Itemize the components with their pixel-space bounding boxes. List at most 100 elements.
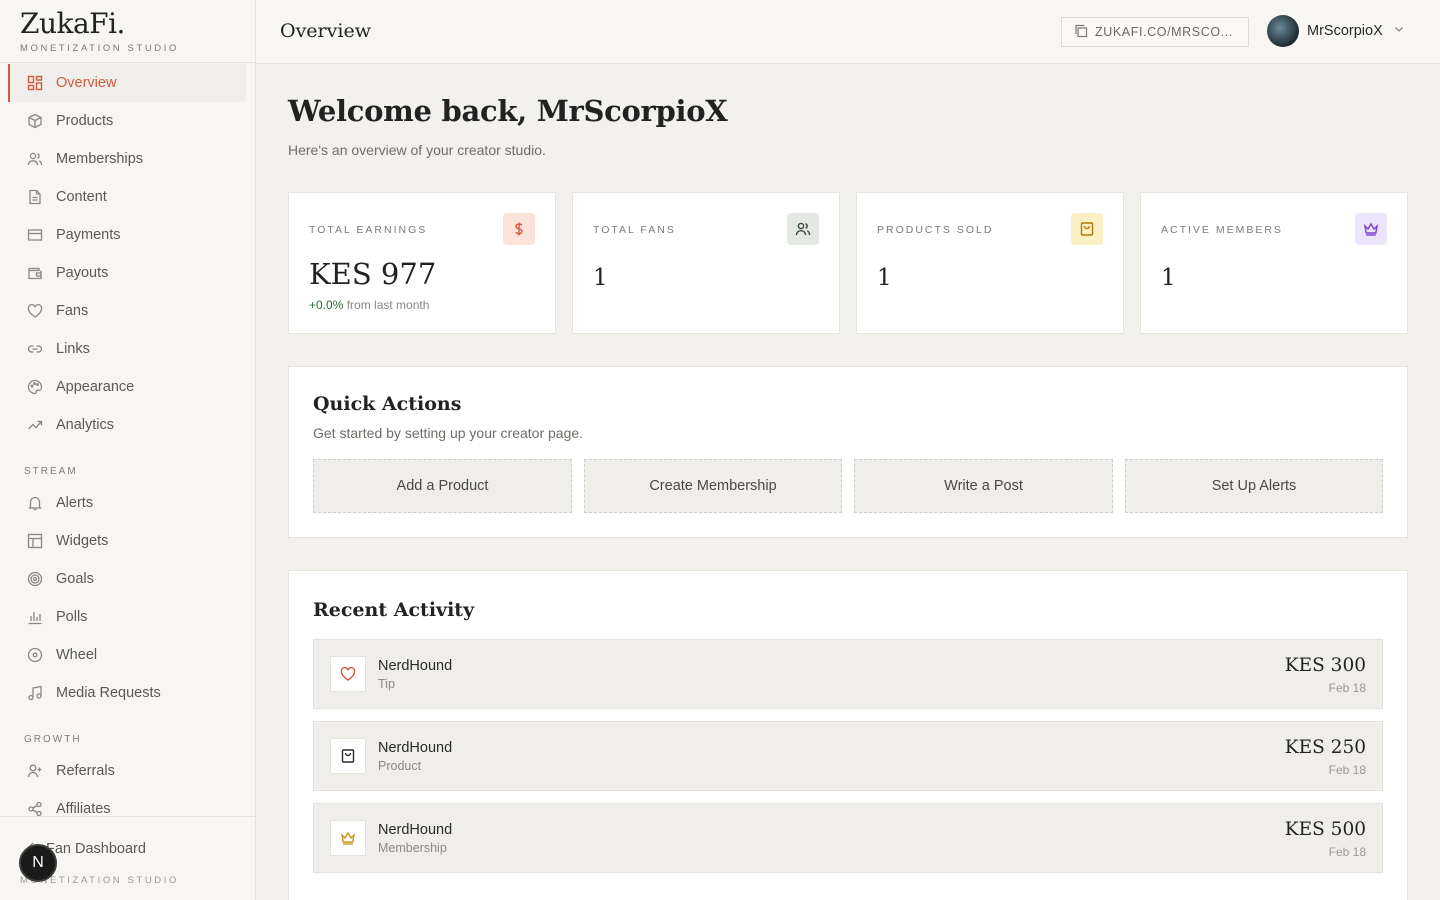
stat-value: 1 <box>877 265 892 291</box>
quick-actions-panel: Quick Actions Get started by setting up … <box>288 366 1408 538</box>
sidebar-item-links[interactable]: Links <box>0 330 255 368</box>
sidebar-item-label: Fans <box>56 303 89 319</box>
set-up-alerts-button[interactable]: Set Up Alerts <box>1125 459 1383 513</box>
sidebar-item-goals[interactable]: Goals <box>0 560 255 598</box>
sidebar: ZukaFi. MONETIZATION STUDIO Overview Pro… <box>0 0 256 900</box>
sidebar-item-label: Alerts <box>56 495 94 511</box>
quick-actions-subtitle: Get started by setting up your creator p… <box>313 425 584 441</box>
sidebar-item-products[interactable]: Products <box>0 102 255 140</box>
main-content: Welcome back, MrScorpioX Here's an overv… <box>256 64 1440 900</box>
stat-card-total-earnings: TOTAL EARNINGS KES 977 +0.0% from last m… <box>288 192 556 334</box>
main-nav: Overview Products Memberships Content Pa… <box>0 63 255 828</box>
stat-label: ACTIVE MEMBERS <box>1161 224 1283 236</box>
users-icon <box>787 213 819 245</box>
stat-delta: +0.0% from last month <box>309 298 429 312</box>
activity-type: Product <box>378 759 422 773</box>
sidebar-item-alerts[interactable]: Alerts <box>0 484 255 522</box>
activity-row[interactable]: NerdHound Membership KES 500 Feb 18 <box>313 803 1383 873</box>
sidebar-item-referrals[interactable]: Referrals <box>0 752 255 790</box>
sidebar-item-widgets[interactable]: Widgets <box>0 522 255 560</box>
layout-icon <box>26 532 44 550</box>
grid-icon <box>26 74 44 92</box>
activity-name: NerdHound <box>378 822 453 838</box>
activity-amount: KES 500 <box>1284 819 1366 840</box>
page-title: Overview <box>280 20 371 42</box>
user-menu[interactable]: MrScorpioX <box>1267 15 1405 47</box>
write-post-button[interactable]: Write a Post <box>854 459 1113 513</box>
sidebar-item-payments[interactable]: Payments <box>0 216 255 254</box>
music-icon <box>26 684 44 702</box>
sidebar-item-memberships[interactable]: Memberships <box>0 140 255 178</box>
sidebar-item-payouts[interactable]: Payouts <box>0 254 255 292</box>
heart-icon <box>26 302 44 320</box>
wheel-icon <box>26 646 44 664</box>
palette-icon <box>26 378 44 396</box>
quick-actions-title: Quick Actions <box>313 393 462 415</box>
sidebar-item-label: Memberships <box>56 151 144 167</box>
activity-date: Feb 18 <box>1328 845 1366 859</box>
sidebar-item-label: Goals <box>56 571 94 587</box>
copy-icon <box>1074 24 1088 41</box>
stat-card-products-sold: PRODUCTS SOLD 1 <box>856 192 1124 334</box>
avatar <box>1267 15 1299 47</box>
target-icon <box>26 570 44 588</box>
crown-icon <box>330 820 366 856</box>
user-plus-icon <box>26 762 44 780</box>
sidebar-item-label: Overview <box>56 75 117 91</box>
sidebar-item-label: Products <box>56 113 114 129</box>
bell-icon <box>26 494 44 512</box>
sidebar-item-wheel[interactable]: Wheel <box>0 636 255 674</box>
wallet-icon <box>26 264 44 282</box>
stat-value: 1 <box>593 265 608 291</box>
sidebar-item-label: Links <box>56 341 90 357</box>
stat-label: PRODUCTS SOLD <box>877 224 994 236</box>
sidebar-item-polls[interactable]: Polls <box>0 598 255 636</box>
create-membership-button[interactable]: Create Membership <box>584 459 842 513</box>
stat-delta-value: +0.0% <box>309 298 344 312</box>
nav-section-growth: GROWTH <box>24 734 82 745</box>
dev-badge[interactable]: N <box>19 844 57 882</box>
stat-card-total-fans: TOTAL FANS 1 <box>572 192 840 334</box>
welcome-heading: Welcome back, MrScorpioX <box>288 94 728 128</box>
copy-page-link-button[interactable]: ZUKAFI.CO/MRSCO... <box>1061 17 1249 47</box>
activity-name: NerdHound <box>378 740 453 756</box>
activity-date: Feb 18 <box>1328 681 1366 695</box>
activity-row[interactable]: NerdHound Tip KES 300 Feb 18 <box>313 639 1383 709</box>
add-product-button[interactable]: Add a Product <box>313 459 572 513</box>
activity-date: Feb 18 <box>1328 763 1366 777</box>
bar-chart-icon <box>26 608 44 626</box>
sidebar-item-label: Media Requests <box>56 685 161 701</box>
activity-type: Tip <box>378 677 395 691</box>
sidebar-item-label: Payments <box>56 227 121 243</box>
sidebar-item-label: Affiliates <box>56 801 111 817</box>
brand-subtitle: MONETIZATION STUDIO <box>20 43 179 54</box>
activity-row[interactable]: NerdHound Product KES 250 Feb 18 <box>313 721 1383 791</box>
sidebar-item-label: Widgets <box>56 533 109 549</box>
sidebar-item-overview[interactable]: Overview <box>8 64 246 102</box>
activity-type: Membership <box>378 841 447 855</box>
heart-icon <box>330 656 366 692</box>
sidebar-item-label: Content <box>56 189 107 205</box>
activity-name: NerdHound <box>378 658 453 674</box>
chevron-down-icon <box>1393 22 1405 40</box>
activity-amount: KES 300 <box>1284 655 1366 676</box>
sidebar-item-content[interactable]: Content <box>0 178 255 216</box>
sidebar-item-media-requests[interactable]: Media Requests <box>0 674 255 712</box>
trend-icon <box>26 416 44 434</box>
page-link-text: ZUKAFI.CO/MRSCO... <box>1095 25 1233 39</box>
welcome-subtitle: Here's an overview of your creator studi… <box>288 142 546 158</box>
box-icon <box>26 112 44 130</box>
stat-card-active-members: ACTIVE MEMBERS 1 <box>1140 192 1408 334</box>
sidebar-item-label: Polls <box>56 609 88 625</box>
stat-delta-text: from last month <box>346 298 430 312</box>
document-icon <box>26 188 44 206</box>
dollar-icon <box>503 213 535 245</box>
bag-icon <box>330 738 366 774</box>
recent-activity-panel: Recent Activity NerdHound Tip KES 300 Fe… <box>288 570 1408 900</box>
sidebar-item-appearance[interactable]: Appearance <box>0 368 255 406</box>
nav-section-stream: STREAM <box>24 466 78 477</box>
sidebar-item-fans[interactable]: Fans <box>0 292 255 330</box>
sidebar-item-analytics[interactable]: Analytics <box>0 406 255 444</box>
brand-logo-text[interactable]: ZukaFi. <box>20 9 255 39</box>
stat-value: 1 <box>1161 265 1176 291</box>
